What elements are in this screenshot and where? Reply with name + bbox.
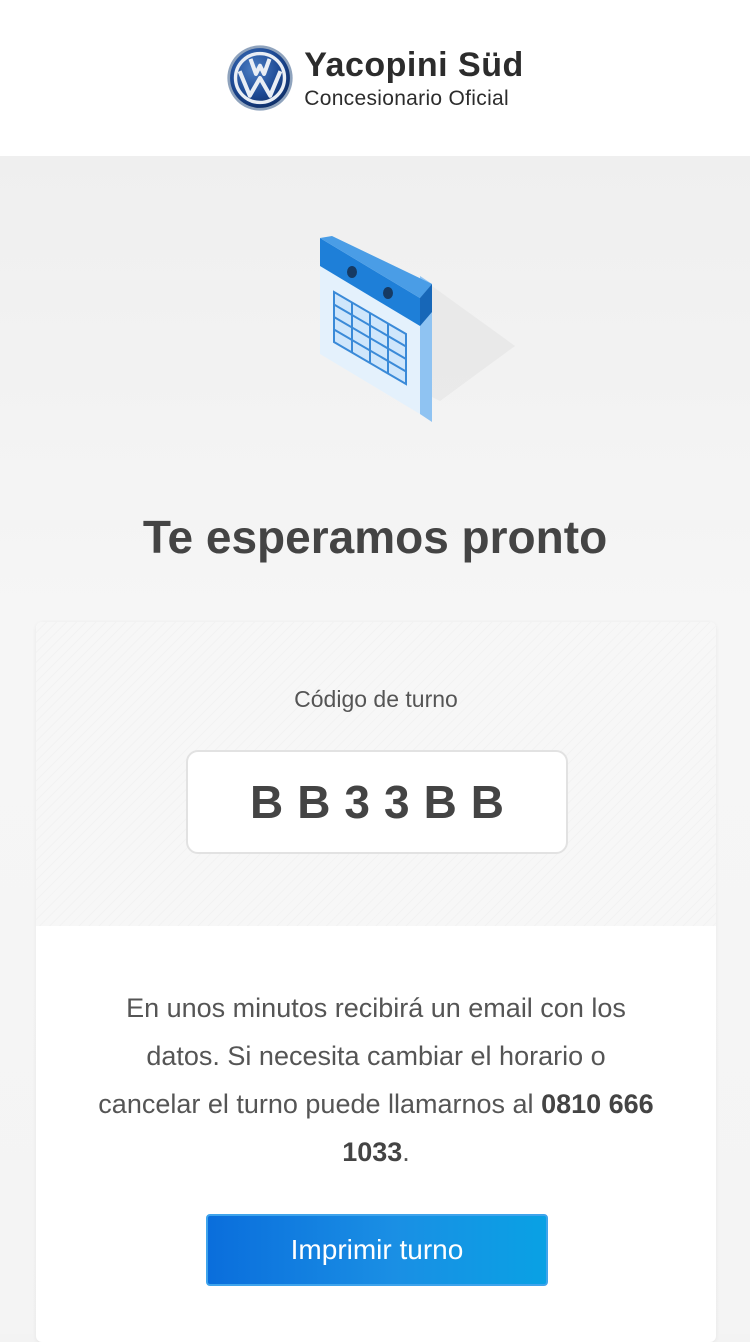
appointment-code: BB33BB [249,776,519,828]
page-title: Te esperamos pronto [142,511,608,563]
card-code-section: Código de turno BB33BB [36,622,716,926]
brand-subtitle: Concesionario Oficial [304,86,509,110]
brand-logo[interactable]: Yacopini Süd Concesionario Oficial [226,44,523,112]
main-content: Te esperamos pronto Código de turno BB33… [0,156,750,1342]
code-box: BB33BB [186,750,568,854]
print-appointment-button[interactable]: Imprimir turno [206,1214,548,1286]
message-end: . [402,1137,410,1167]
header: Yacopini Süd Concesionario Oficial [0,0,750,156]
calendar-icon [320,236,515,422]
vw-logo-icon [227,45,293,111]
calendar-illustration [280,226,520,436]
appointment-card: Código de turno BB33BB En unos minutos r… [36,622,716,1342]
brand-name: Yacopini Süd [304,45,524,84]
confirmation-message: En unos minutos recibirá un email con lo… [96,984,656,1176]
code-label: Código de turno [294,686,458,712]
